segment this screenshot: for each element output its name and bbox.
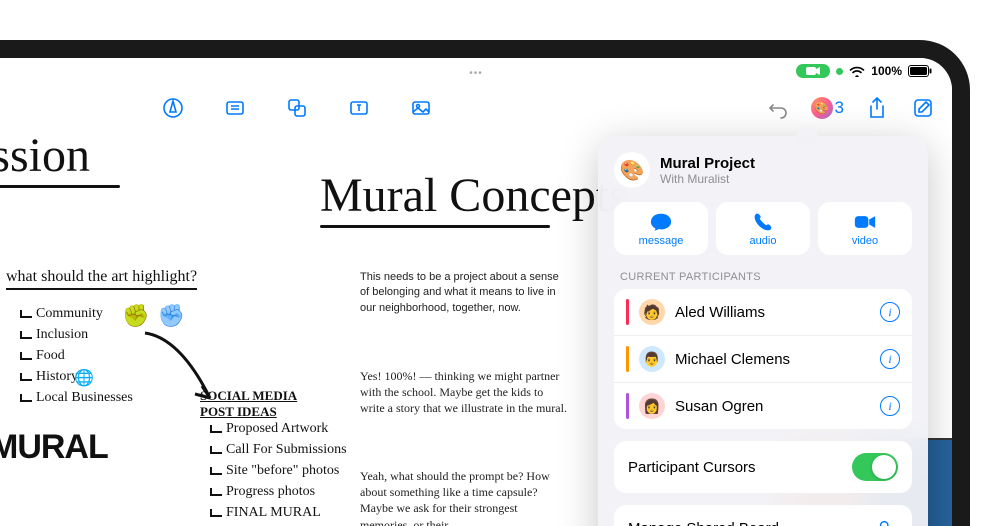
popover-title: Mural Project (660, 155, 755, 172)
handwritten-note-2: Yeah, what should the prompt be? How abo… (360, 468, 570, 526)
participant-avatar: 🧑 (639, 299, 665, 325)
participant-name: Aled Williams (675, 304, 870, 321)
cursors-label: Participant Cursors (628, 459, 756, 476)
cursor-color-bar (626, 346, 629, 372)
new-board-button[interactable] (910, 95, 936, 121)
audio-button[interactable]: audio (716, 202, 810, 255)
board-avatar-icon: 🎨 (614, 152, 650, 188)
message-icon (650, 212, 672, 232)
draw-tool-button[interactable] (160, 95, 186, 121)
video-button[interactable]: video (818, 202, 912, 255)
heading-mural-concepts: Mural Concepts (320, 168, 628, 228)
manage-label: Manage Shared Board (628, 520, 779, 526)
undo-button[interactable] (765, 95, 791, 121)
handwritten-note-1: Yes! 100%! — thinking we might partner w… (360, 368, 570, 417)
text-tool-button[interactable] (346, 95, 372, 121)
toggle-switch[interactable] (852, 453, 898, 481)
manage-shared-board-button[interactable]: Manage Shared Board (614, 505, 912, 526)
collab-avatar-icon: 🎨 (811, 97, 833, 119)
social-list: Proposed Artwork Call For Submissions Si… (210, 418, 347, 523)
participants-header: CURRENT PARTICIPANTS (620, 271, 906, 283)
question-text: what should the art highlight? (6, 268, 197, 290)
social-heading: SOCIAL MEDIA POST IDEAS (200, 388, 300, 420)
participant-row[interactable]: 👩 Susan Ogren i (614, 383, 912, 429)
participant-row[interactable]: 🧑 Aled Williams i (614, 289, 912, 336)
note-tool-button[interactable] (222, 95, 248, 121)
participants-list: 🧑 Aled Williams i 👨 Michael Clemens i 👩 … (614, 289, 912, 429)
heading-session-partial: ession (0, 128, 120, 188)
collaboration-popover: 🎨 Mural Project With Muralist message au… (598, 136, 928, 526)
battery-percentage: 100% (871, 64, 902, 78)
status-bar: 100% (796, 64, 932, 78)
info-button[interactable]: i (880, 396, 900, 416)
popover-subtitle: With Muralist (660, 172, 755, 186)
participant-avatar: 👨 (639, 346, 665, 372)
info-button[interactable]: i (880, 349, 900, 369)
wifi-icon (849, 65, 865, 77)
collab-count: 3 (835, 98, 844, 118)
share-button[interactable] (864, 95, 890, 121)
participant-avatar: 👩 (639, 393, 665, 419)
participant-row[interactable]: 👨 Michael Clemens i (614, 336, 912, 383)
message-button[interactable]: message (614, 202, 708, 255)
privacy-dot (836, 68, 843, 75)
phone-icon (752, 212, 774, 232)
participant-name: Susan Ogren (675, 398, 870, 415)
media-tool-button[interactable] (408, 95, 434, 121)
battery-icon (908, 65, 932, 77)
cursor-color-bar (626, 393, 629, 419)
video-icon (854, 212, 876, 232)
shapes-tool-button[interactable] (284, 95, 310, 121)
participant-cursors-toggle-row[interactable]: Participant Cursors (614, 441, 912, 493)
mural-title-art: MURAL (0, 428, 108, 467)
cursor-color-bar (626, 299, 629, 325)
typed-note: This needs to be a project about a sense… (360, 270, 560, 316)
toolbar: 🎨 3 (0, 88, 952, 128)
camera-indicator-pill[interactable] (796, 64, 830, 78)
highlight-list: Community Inclusion Food History Local B… (20, 303, 133, 408)
collaboration-button[interactable]: 🎨 3 (811, 97, 844, 119)
multitask-dots[interactable]: ••• (469, 68, 483, 79)
globe-drawing: 🌐 (74, 368, 94, 388)
collab-share-icon (876, 517, 898, 526)
info-button[interactable]: i (880, 302, 900, 322)
popover-header: 🎨 Mural Project With Muralist (614, 152, 912, 188)
participant-name: Michael Clemens (675, 351, 870, 368)
